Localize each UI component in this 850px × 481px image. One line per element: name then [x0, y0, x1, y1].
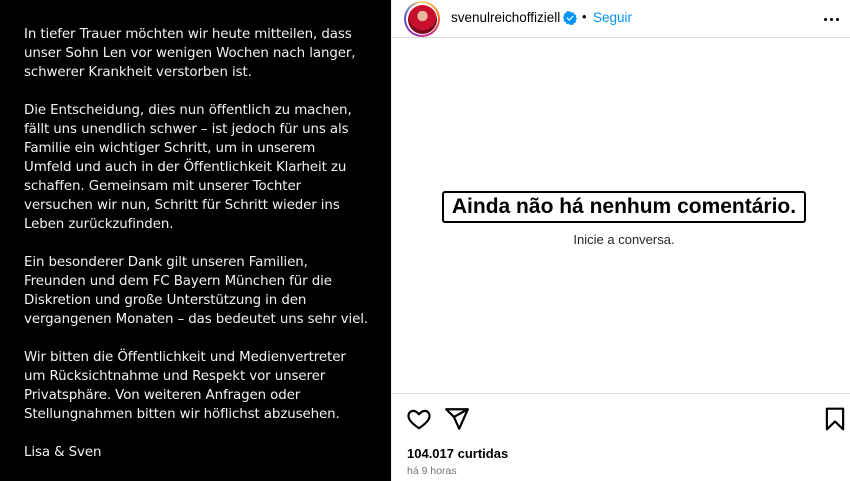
more-dot [823, 17, 827, 21]
likes-count[interactable]: 104.017 curtidas [407, 446, 508, 461]
more-options-icon[interactable] [821, 9, 841, 29]
share-icon[interactable] [444, 406, 470, 432]
post-paragraph-4: Wir bitten die Öffentlichkeit und Medien… [24, 350, 346, 422]
avatar[interactable] [404, 1, 440, 37]
post-paragraph-1: In tiefer Trauer möchten wir heute mitte… [24, 27, 356, 80]
post-timestamp[interactable]: há 9 horas [407, 465, 457, 477]
verified-badge-icon [563, 11, 577, 25]
post-signature: Lisa & Sven [24, 445, 102, 460]
comments-area: Ainda não há nenhum comentário. Inicie a… [392, 38, 850, 393]
bookmark-icon[interactable] [822, 406, 848, 432]
header-separator: • [582, 9, 587, 24]
post-header: svenulreichoffiziell • Seguir [392, 0, 850, 38]
more-dot [829, 17, 833, 21]
post-image: In tiefer Trauer möchten wir heute mitte… [0, 0, 391, 481]
avatar-image [407, 4, 437, 34]
heart-icon[interactable] [406, 406, 432, 432]
no-comments-title: Ainda não há nenhum comentário. [442, 191, 806, 223]
post-paragraph-2: Die Entscheidung, dies nun öffentlich zu… [24, 103, 352, 232]
post-actions: 104.017 curtidas há 9 horas [392, 393, 850, 481]
post-side-panel: svenulreichoffiziell • Seguir Ainda não … [391, 0, 850, 481]
more-dot [835, 17, 839, 21]
avatar-inner [406, 3, 438, 35]
start-conversation-text: Inicie a conversa. [573, 232, 675, 247]
post-paragraph-3: Ein besonderer Dank gilt unseren Familie… [24, 255, 368, 327]
follow-button[interactable]: Seguir [593, 10, 632, 25]
username-link[interactable]: svenulreichoffiziell [451, 10, 560, 25]
